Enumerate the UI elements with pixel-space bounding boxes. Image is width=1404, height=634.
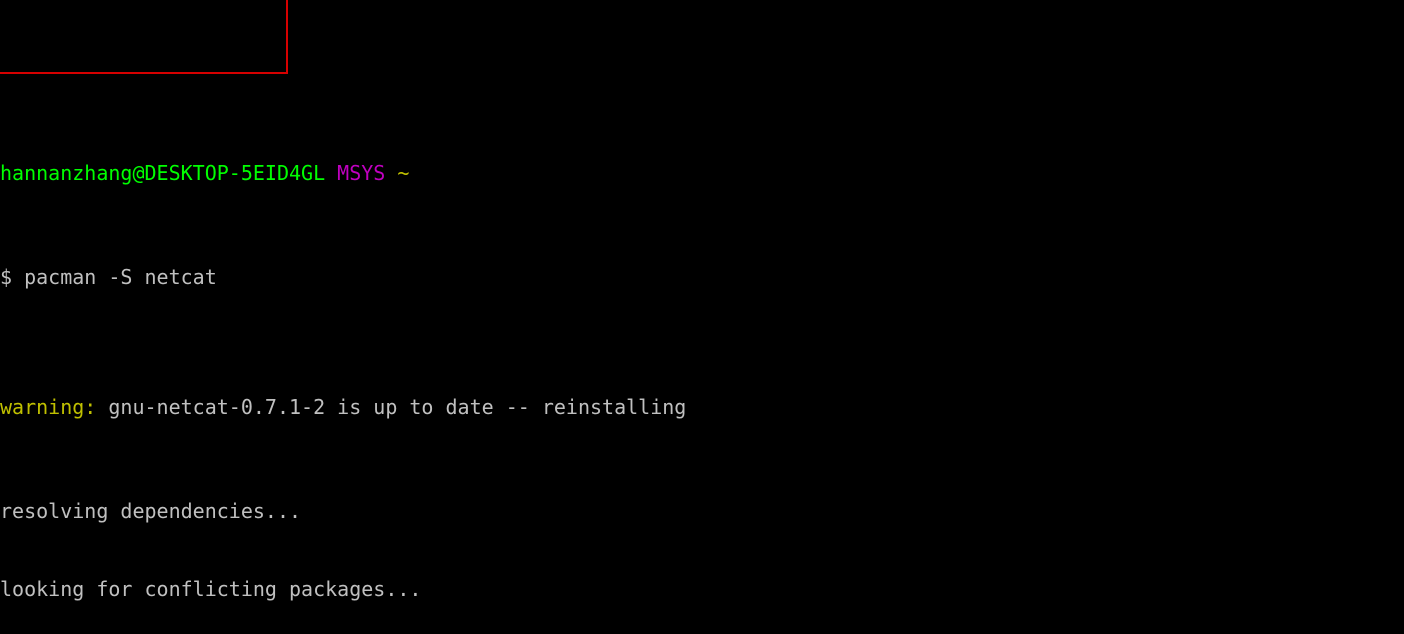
warning-line: warning: gnu-netcat-0.7.1-2 is up to dat… xyxy=(0,394,1404,420)
warning-label: warning: xyxy=(0,395,96,419)
highlight-box xyxy=(0,0,288,74)
resolve-line: resolving dependencies... xyxy=(0,498,1404,524)
prompt-shell: MSYS xyxy=(337,161,385,185)
prompt-path: ~ xyxy=(397,161,409,185)
dollar-sign: $ xyxy=(0,265,12,289)
terminal[interactable]: hannanzhang@DESKTOP-5EID4GL MSYS ~ $ pac… xyxy=(0,0,1404,634)
command-line: $ pacman -S netcat xyxy=(0,264,1404,290)
prompt-userhost: hannanzhang@DESKTOP-5EID4GL xyxy=(0,161,325,185)
lookconf-line: looking for conflicting packages... xyxy=(0,576,1404,602)
prompt-line-1: hannanzhang@DESKTOP-5EID4GL MSYS ~ xyxy=(0,160,1404,186)
typed-command: pacman -S netcat xyxy=(24,265,217,289)
warning-msg: gnu-netcat-0.7.1-2 is up to date -- rein… xyxy=(96,395,686,419)
